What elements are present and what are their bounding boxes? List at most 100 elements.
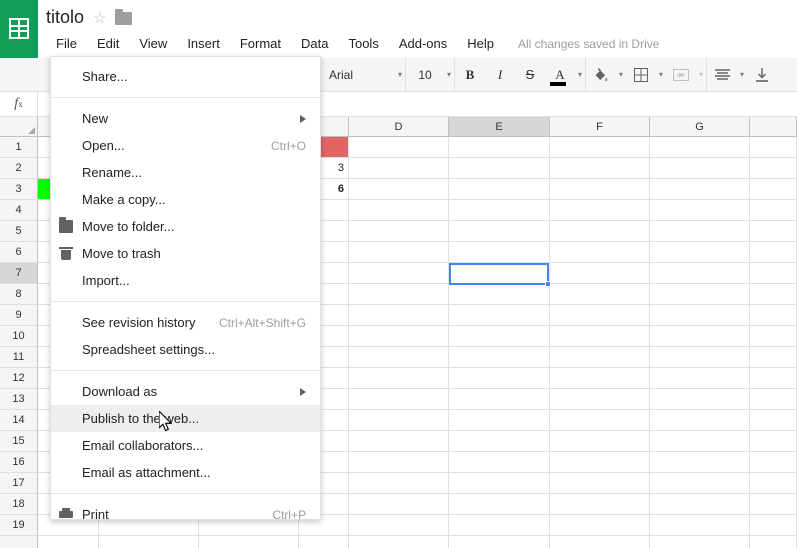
- cell-e16[interactable]: [449, 452, 550, 473]
- borders-caret-icon[interactable]: ▾: [656, 62, 666, 88]
- cell-d10[interactable]: [349, 326, 449, 347]
- bold-button[interactable]: B: [457, 62, 483, 88]
- star-icon[interactable]: ☆: [93, 2, 106, 27]
- cell-d[interactable]: [349, 536, 449, 548]
- cell-cd[interactable]: [299, 536, 349, 548]
- cell-e15[interactable]: [449, 431, 550, 452]
- font-name-group[interactable]: Arial ▾: [321, 58, 405, 92]
- cell-f14[interactable]: [550, 410, 650, 431]
- cell-g4[interactable]: [650, 200, 750, 221]
- cell-g14[interactable]: [650, 410, 750, 431]
- cell-d15[interactable]: [349, 431, 449, 452]
- cell-e4[interactable]: [449, 200, 550, 221]
- cell-d16[interactable]: [349, 452, 449, 473]
- font-size-caret-icon[interactable]: ▾: [444, 62, 454, 88]
- cell-c[interactable]: [199, 536, 299, 548]
- cell-h10[interactable]: [750, 326, 797, 347]
- menu-item-spreadsheet-settings[interactable]: Spreadsheet settings...: [51, 336, 320, 363]
- menu-help[interactable]: Help: [457, 31, 504, 57]
- cell-g6[interactable]: [650, 242, 750, 263]
- merge-caret-icon[interactable]: ▾: [696, 62, 706, 88]
- cell-h15[interactable]: [750, 431, 797, 452]
- cell-h5[interactable]: [750, 221, 797, 242]
- cell-f17[interactable]: [550, 473, 650, 494]
- column-header-f[interactable]: F: [550, 117, 650, 137]
- column-header-h[interactable]: [750, 117, 797, 137]
- cell-h1[interactable]: [750, 137, 797, 158]
- menu-view[interactable]: View: [129, 31, 177, 57]
- menu-item-import[interactable]: Import...: [51, 267, 320, 294]
- menu-item-move-to-trash[interactable]: Move to trash: [51, 240, 320, 267]
- cell-e5[interactable]: [449, 221, 550, 242]
- cell-h12[interactable]: [750, 368, 797, 389]
- cell-d9[interactable]: [349, 305, 449, 326]
- cell-d6[interactable]: [349, 242, 449, 263]
- cell-d14[interactable]: [349, 410, 449, 431]
- cell-f4[interactable]: [550, 200, 650, 221]
- column-header-d[interactable]: D: [349, 117, 449, 137]
- cell-e[interactable]: [449, 536, 550, 548]
- row-header-17[interactable]: 17: [0, 473, 38, 494]
- cell-e18[interactable]: [449, 494, 550, 515]
- cell-g[interactable]: [650, 536, 750, 548]
- cell-h7[interactable]: [750, 263, 797, 284]
- cell-g5[interactable]: [650, 221, 750, 242]
- row-header-4[interactable]: 4: [0, 200, 38, 221]
- cell-e11[interactable]: [449, 347, 550, 368]
- vertical-align-icon[interactable]: [749, 62, 775, 88]
- row-header-8[interactable]: 8: [0, 284, 38, 305]
- row-header-next[interactable]: [0, 536, 38, 548]
- row-header-13[interactable]: 13: [0, 389, 38, 410]
- cell-d13[interactable]: [349, 389, 449, 410]
- menu-file[interactable]: File: [46, 31, 87, 57]
- cell-d12[interactable]: [349, 368, 449, 389]
- menu-item-print[interactable]: Print Ctrl+P: [51, 501, 320, 528]
- name-box[interactable]: fx: [0, 91, 38, 117]
- cell-h11[interactable]: [750, 347, 797, 368]
- cell-d3[interactable]: [349, 179, 449, 200]
- cell-g17[interactable]: [650, 473, 750, 494]
- row-header-2[interactable]: 2: [0, 158, 38, 179]
- row-header-18[interactable]: 18: [0, 494, 38, 515]
- row-header-14[interactable]: 14: [0, 410, 38, 431]
- menu-item-share[interactable]: Share...: [51, 63, 320, 90]
- menu-item-download-as[interactable]: Download as: [51, 378, 320, 405]
- menu-item-publish-to-the-web[interactable]: Publish to the web...: [51, 405, 320, 432]
- borders-icon[interactable]: [628, 62, 654, 88]
- row-header-6[interactable]: 6: [0, 242, 38, 263]
- row-header-19[interactable]: 19: [0, 515, 38, 536]
- cell-h2[interactable]: [750, 158, 797, 179]
- cell-h9[interactable]: [750, 305, 797, 326]
- row-header-1[interactable]: 1: [0, 137, 38, 158]
- cell-f3[interactable]: [550, 179, 650, 200]
- cell-f13[interactable]: [550, 389, 650, 410]
- font-size-value[interactable]: 10: [406, 68, 444, 82]
- cell-f2[interactable]: [550, 158, 650, 179]
- cell-e12[interactable]: [449, 368, 550, 389]
- cell-f1[interactable]: [550, 137, 650, 158]
- menu-item-open[interactable]: Open... Ctrl+O: [51, 132, 320, 159]
- text-color-caret-icon[interactable]: ▾: [575, 62, 585, 88]
- cell-g19[interactable]: [650, 515, 750, 536]
- cell-f7[interactable]: [550, 263, 650, 284]
- font-size-group[interactable]: 10 ▾: [406, 58, 454, 92]
- cell-d2[interactable]: [349, 158, 449, 179]
- cell-e1[interactable]: [449, 137, 550, 158]
- cell-f10[interactable]: [550, 326, 650, 347]
- cell-g18[interactable]: [650, 494, 750, 515]
- cell-g2[interactable]: [650, 158, 750, 179]
- row-header-15[interactable]: 15: [0, 431, 38, 452]
- cell-g8[interactable]: [650, 284, 750, 305]
- row-header-12[interactable]: 12: [0, 368, 38, 389]
- cell-d11[interactable]: [349, 347, 449, 368]
- cell-f[interactable]: [550, 536, 650, 548]
- cell-g10[interactable]: [650, 326, 750, 347]
- cell-f19[interactable]: [550, 515, 650, 536]
- row-header-5[interactable]: 5: [0, 221, 38, 242]
- row-header-10[interactable]: 10: [0, 326, 38, 347]
- row-header-7[interactable]: 7: [0, 263, 38, 284]
- cell-a[interactable]: [38, 536, 99, 548]
- cell-f12[interactable]: [550, 368, 650, 389]
- cell-h17[interactable]: [750, 473, 797, 494]
- menu-edit[interactable]: Edit: [87, 31, 129, 57]
